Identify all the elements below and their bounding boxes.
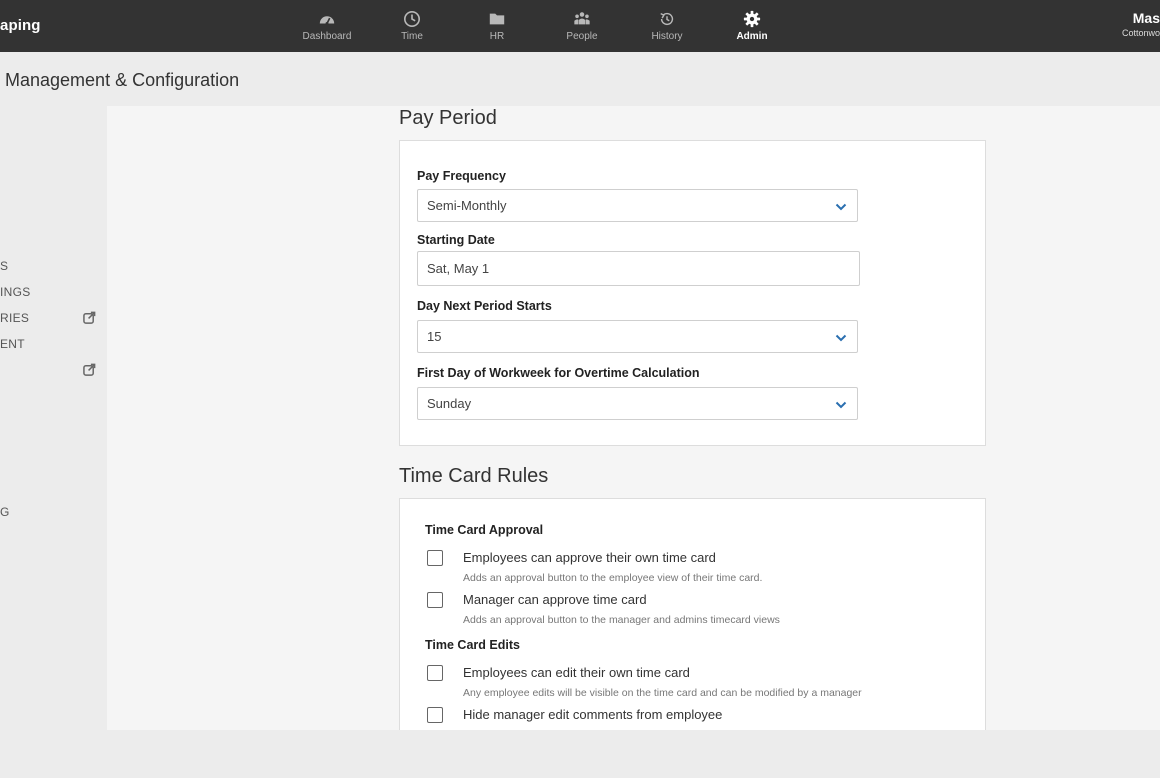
sidebar-item-1[interactable]: S <box>0 259 8 273</box>
people-icon <box>547 10 617 28</box>
nav-history[interactable]: History <box>632 10 702 42</box>
time-card-rules-title: Time Card Rules <box>399 465 549 487</box>
dashboard-icon <box>292 10 362 28</box>
brand-name[interactable]: aping <box>0 17 41 34</box>
pay-period-card: Pay Frequency Semi-Monthly Starting Date… <box>399 140 986 446</box>
employee-edit-description: Any employee edits will be visible on th… <box>463 687 862 699</box>
starting-date-label: Starting Date <box>417 233 495 247</box>
chevron-down-icon <box>835 401 847 409</box>
first-day-label: First Day of Workweek for Overtime Calcu… <box>417 366 700 380</box>
top-navigation-bar: aping Dashboard Time HR People History A… <box>0 0 1160 52</box>
nav-dashboard[interactable]: Dashboard <box>292 10 362 42</box>
pay-period-title: Pay Period <box>399 107 497 129</box>
time-card-approval-label: Time Card Approval <box>425 523 544 537</box>
nav-hr[interactable]: HR <box>462 10 532 42</box>
employee-approve-label: Employees can approve their own time car… <box>463 550 716 565</box>
sidebar-item-6[interactable]: G <box>0 505 10 519</box>
nav-admin-label: Admin <box>736 31 768 42</box>
pay-frequency-label: Pay Frequency <box>417 169 506 183</box>
chevron-down-icon <box>835 203 847 211</box>
starting-date-value: Sat, May 1 <box>427 261 490 276</box>
nav-time-label: Time <box>401 31 423 42</box>
hide-comments-checkbox[interactable] <box>427 707 443 723</box>
manager-approve-checkbox[interactable] <box>427 592 443 608</box>
employee-approve-checkbox[interactable] <box>427 550 443 566</box>
external-link-icon[interactable] <box>83 311 96 324</box>
next-period-label: Day Next Period Starts <box>417 299 552 313</box>
employee-edit-label: Employees can edit their own time card <box>463 665 690 680</box>
manager-approve-description: Adds an approval button to the manager a… <box>463 614 780 626</box>
next-period-select[interactable]: 15 <box>417 320 858 353</box>
footer-area <box>0 730 1160 778</box>
time-card-rules-card: Time Card Approval Employees can approve… <box>399 498 986 730</box>
nav-people-label: People <box>566 31 598 42</box>
sidebar-item-4[interactable]: ENT <box>0 337 25 351</box>
external-link-icon[interactable] <box>83 363 96 376</box>
user-company: Cottonwo <box>1121 28 1160 38</box>
first-day-select[interactable]: Sunday <box>417 387 858 420</box>
nav-hr-label: HR <box>489 31 505 42</box>
nav-admin[interactable]: Admin <box>717 10 787 42</box>
gear-icon <box>717 10 787 28</box>
starting-date-input[interactable]: Sat, May 1 <box>417 251 860 286</box>
nav-dashboard-label: Dashboard <box>302 31 352 42</box>
chevron-down-icon <box>835 334 847 342</box>
first-day-value: Sunday <box>427 396 472 411</box>
manager-approve-label: Manager can approve time card <box>463 592 647 607</box>
user-name: Mas <box>1132 10 1160 26</box>
page-title: Management & Configuration <box>5 70 240 90</box>
pay-frequency-value: Semi-Monthly <box>427 198 507 213</box>
hide-comments-label: Hide manager edit comments from employee <box>463 707 723 722</box>
pay-frequency-select[interactable]: Semi-Monthly <box>417 189 858 222</box>
sidebar-item-2[interactable]: INGS <box>0 285 31 299</box>
employee-approve-description: Adds an approval button to the employee … <box>463 572 763 584</box>
employee-edit-checkbox[interactable] <box>427 665 443 681</box>
main-content: Pay Period Pay Frequency Semi-Monthly St… <box>107 106 1160 730</box>
nav-time[interactable]: Time <box>377 10 447 42</box>
user-menu[interactable]: Mas Cottonwo <box>1122 10 1160 38</box>
sidebar: S INGS RIES ENT G <box>0 106 107 730</box>
clock-icon <box>377 10 447 28</box>
folder-icon <box>462 10 532 28</box>
next-period-value: 15 <box>427 329 442 344</box>
nav-people[interactable]: People <box>547 10 617 42</box>
sidebar-item-3[interactable]: RIES <box>0 311 29 325</box>
time-card-edits-label: Time Card Edits <box>425 638 520 652</box>
history-icon <box>632 10 702 28</box>
nav-history-label: History <box>651 31 683 42</box>
